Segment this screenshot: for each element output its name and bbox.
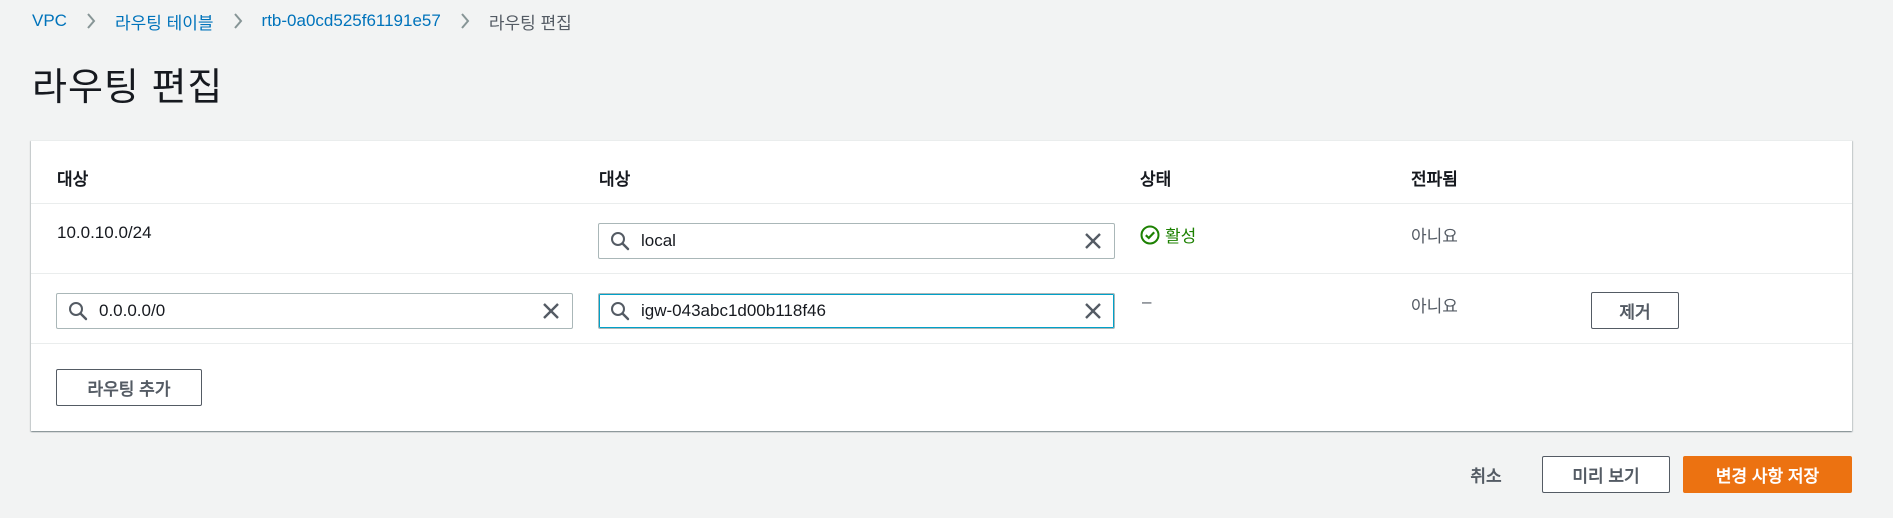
search-icon xyxy=(67,300,89,322)
page: VPC 라우팅 테이블 rtb-0a0cd525f61191e57 라우팅 편집… xyxy=(0,0,1893,518)
cancel-button[interactable]: 취소 xyxy=(1456,456,1516,493)
column-header-status: 상태 xyxy=(1140,170,1172,189)
add-route-button[interactable]: 라우팅 추가 xyxy=(56,369,202,406)
chevron-right-icon xyxy=(228,13,248,29)
propagated-value: 아니요 xyxy=(1411,297,1458,316)
table-header: 대상 대상 상태 전파됨 xyxy=(31,141,1852,204)
breadcrumb-route-table-id[interactable]: rtb-0a0cd525f61191e57 xyxy=(262,11,441,31)
table-row: 10.0.10.0/24 활성 아니요 xyxy=(31,204,1852,274)
routes-card: 대상 대상 상태 전파됨 10.0.10.0/24 활성 xyxy=(31,140,1852,431)
remove-button[interactable]: 제거 xyxy=(1591,292,1679,329)
status-badge: 활성 xyxy=(1140,222,1196,247)
breadcrumb: VPC 라우팅 테이블 rtb-0a0cd525f61191e57 라우팅 편집 xyxy=(32,8,572,34)
target-search-input[interactable] xyxy=(598,293,1115,329)
destination-search-input[interactable] xyxy=(56,293,573,329)
status-label: 활성 xyxy=(1165,227,1197,246)
chevron-right-icon xyxy=(455,13,475,29)
target-input-field[interactable] xyxy=(641,301,1080,321)
chevron-right-icon xyxy=(81,13,101,29)
propagated-value: 아니요 xyxy=(1411,227,1458,246)
breadcrumb-route-tables[interactable]: 라우팅 테이블 xyxy=(115,9,214,34)
page-title: 라우팅 편집 xyxy=(32,67,224,109)
search-icon xyxy=(609,230,631,252)
destination-input-field[interactable] xyxy=(99,301,538,321)
table-row: – 아니요 제거 xyxy=(31,274,1852,344)
column-header-propagated: 전파됨 xyxy=(1411,170,1458,189)
target-input-field[interactable] xyxy=(641,231,1080,251)
check-circle-icon xyxy=(1140,225,1160,245)
column-header-destination: 대상 xyxy=(57,170,89,189)
column-header-target: 대상 xyxy=(599,170,631,189)
close-icon[interactable] xyxy=(538,298,564,324)
status-value: – xyxy=(1142,292,1152,311)
close-icon[interactable] xyxy=(1080,228,1106,254)
breadcrumb-vpc[interactable]: VPC xyxy=(32,11,67,31)
destination-cidr: 10.0.10.0/24 xyxy=(57,223,152,242)
close-icon[interactable] xyxy=(1080,298,1106,324)
save-changes-button[interactable]: 변경 사항 저장 xyxy=(1683,456,1852,493)
search-icon xyxy=(609,300,631,322)
target-search-input[interactable] xyxy=(598,223,1115,259)
preview-button[interactable]: 미리 보기 xyxy=(1542,456,1670,493)
breadcrumb-current: 라우팅 편집 xyxy=(488,13,572,33)
